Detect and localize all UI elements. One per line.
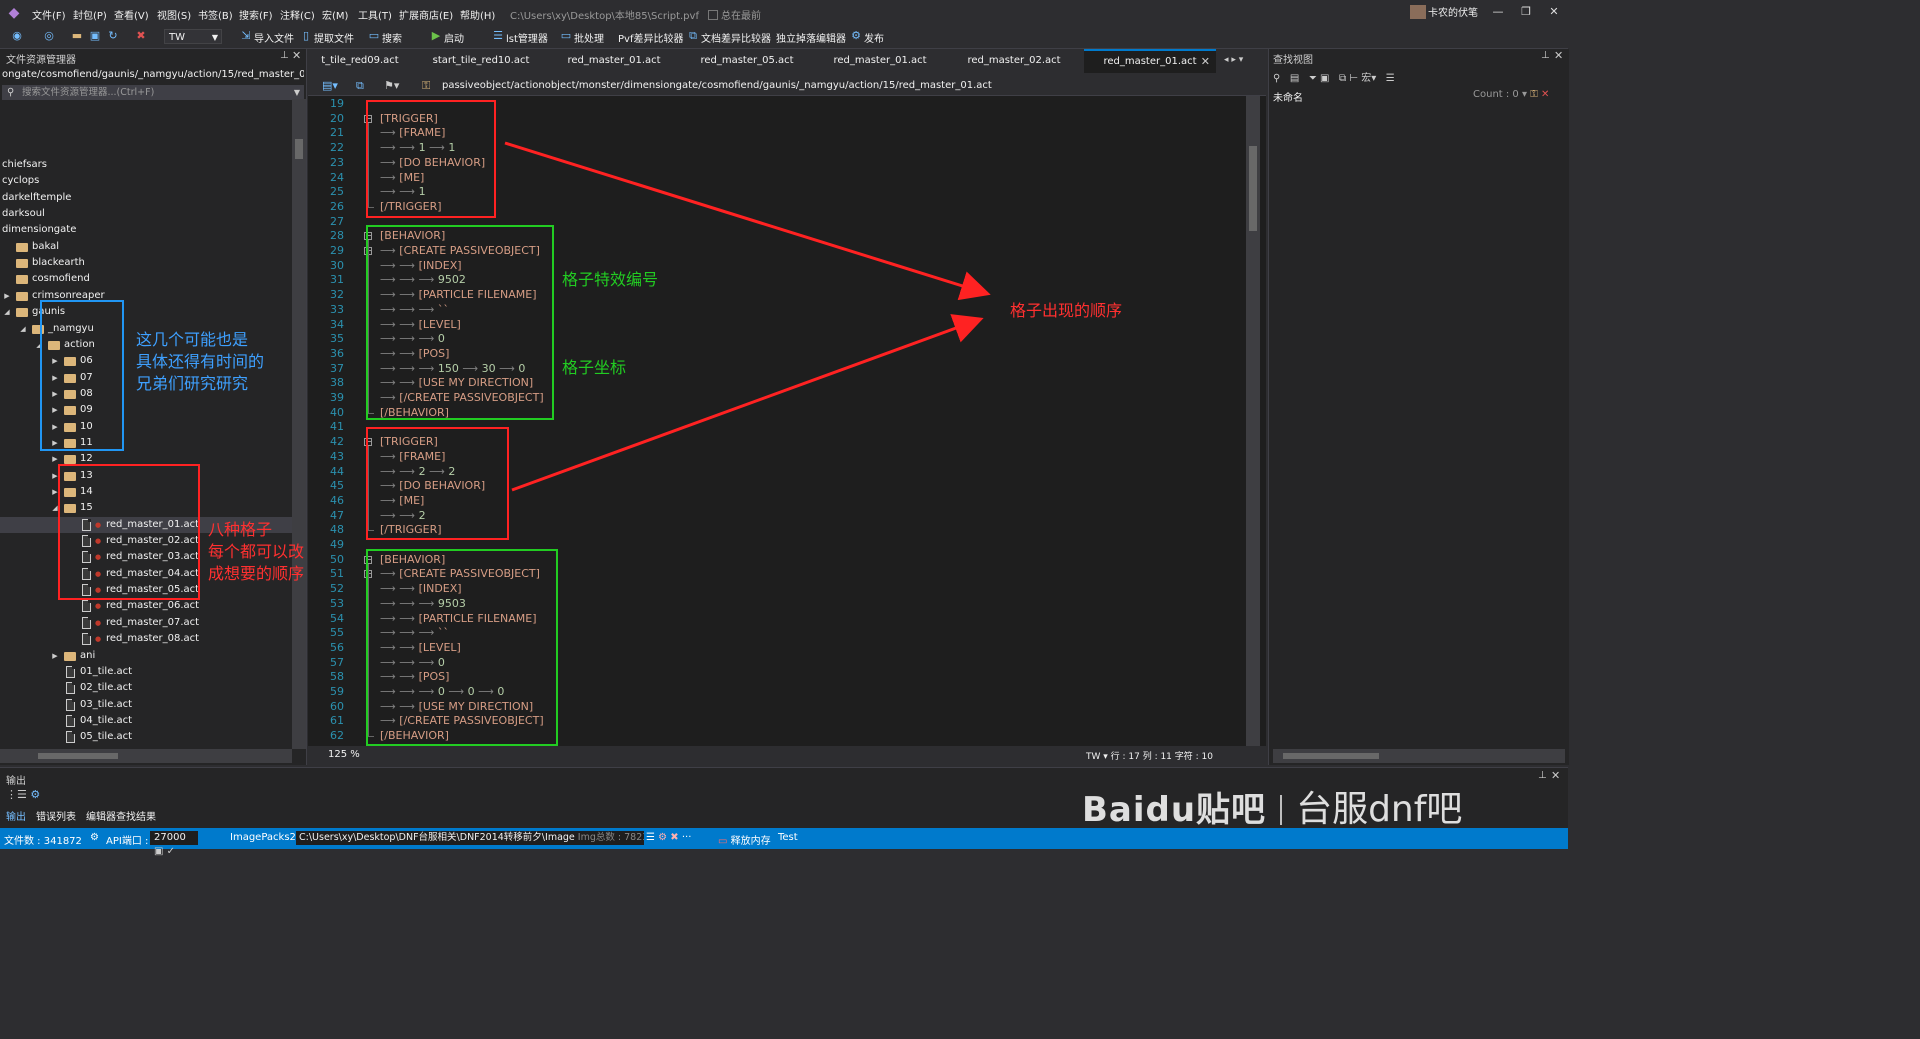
annotation-arrows xyxy=(504,141,991,492)
watermark-forum: 台服dnf吧 xyxy=(1296,789,1463,830)
watermark: Baidu贴吧 台服dnf吧 xyxy=(1082,780,1462,832)
watermark-brand: Baidu贴吧 xyxy=(1082,790,1267,830)
arrow-trigger-2 xyxy=(511,314,984,492)
arrow-trigger-1 xyxy=(504,141,991,301)
